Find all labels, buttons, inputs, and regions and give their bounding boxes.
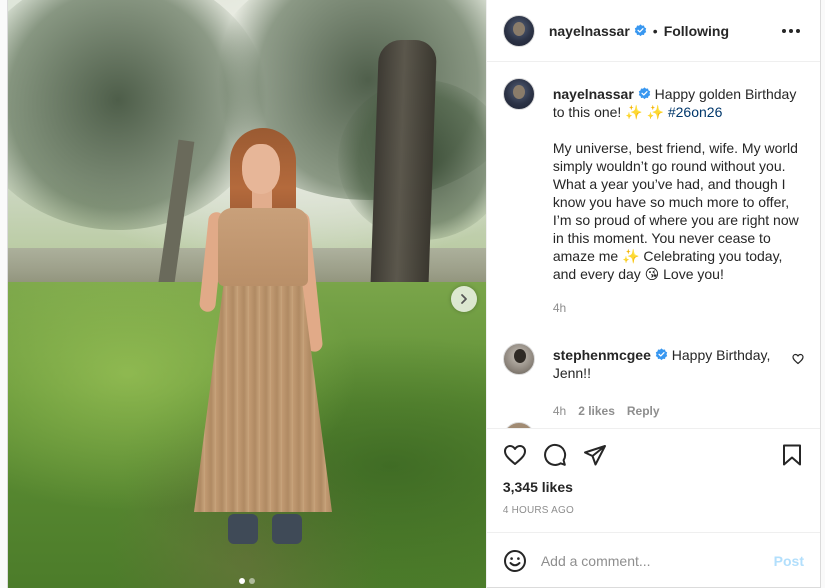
action-icons bbox=[503, 429, 804, 481]
comment-button[interactable] bbox=[543, 443, 567, 467]
heart-icon bbox=[503, 445, 526, 465]
smiley-icon bbox=[503, 549, 526, 572]
carousel-indicator bbox=[8, 578, 486, 584]
comment-item: stephenmcgee Happy Birthday, Jenn!! 4h 2… bbox=[502, 343, 804, 420]
post-photo[interactable] bbox=[8, 0, 486, 588]
carousel-next-button[interactable] bbox=[451, 286, 477, 312]
comment-body: stephenmcgee Happy Birthday, Jenn!! 4h 2… bbox=[553, 343, 784, 420]
post-header: nayelnassar • Following bbox=[486, 0, 820, 62]
caption-comment: nayelnassar Happy golden Birthday to thi… bbox=[502, 78, 804, 317]
caption-time[interactable]: 4h bbox=[553, 299, 566, 317]
comment-reply-button[interactable]: Reply bbox=[627, 402, 660, 420]
author-avatar[interactable] bbox=[502, 14, 535, 47]
photo-person bbox=[188, 128, 338, 578]
like-button[interactable] bbox=[503, 443, 527, 467]
header-names: nayelnassar • Following bbox=[549, 23, 729, 39]
commenter-avatar[interactable] bbox=[502, 343, 535, 375]
post-side-panel: nayelnassar • Following nayelnassar Happ… bbox=[485, 0, 820, 588]
post-comment-button[interactable]: Post bbox=[774, 553, 804, 569]
comment-likes[interactable]: 2 likes bbox=[578, 402, 615, 420]
bookmark-icon bbox=[783, 444, 801, 466]
carousel-dot bbox=[248, 578, 255, 584]
header-separator: • bbox=[652, 22, 658, 39]
chevron-right-icon bbox=[461, 294, 467, 304]
comments-list[interactable]: nayelnassar Happy golden Birthday to thi… bbox=[487, 62, 820, 428]
more-options-button[interactable] bbox=[778, 25, 804, 37]
caption-paragraph: My universe, best friend, wife. My world… bbox=[552, 140, 799, 282]
verified-badge-icon bbox=[655, 348, 668, 361]
comment-meta: 4h 2 likes Reply bbox=[553, 402, 784, 420]
caption-hashtag[interactable]: #26on26 bbox=[668, 104, 723, 120]
author-avatar[interactable] bbox=[502, 78, 535, 110]
following-button[interactable]: Following bbox=[664, 23, 729, 39]
post-time-ago[interactable]: 4 HOURS AGO bbox=[503, 505, 804, 516]
add-comment-input[interactable] bbox=[540, 552, 774, 569]
verified-badge-icon bbox=[634, 24, 646, 37]
comment-time[interactable]: 4h bbox=[553, 402, 566, 420]
share-button[interactable] bbox=[583, 443, 607, 467]
more-options-icon bbox=[782, 28, 786, 33]
comment-like-heart-icon[interactable] bbox=[792, 353, 804, 365]
save-button[interactable] bbox=[780, 443, 804, 467]
caption-body: nayelnassar Happy golden Birthday to thi… bbox=[553, 78, 804, 317]
caption-meta: 4h bbox=[553, 299, 804, 317]
likes-count[interactable]: 3,345 likes bbox=[503, 479, 804, 495]
caption-username[interactable]: nayelnassar bbox=[553, 86, 634, 102]
paper-plane-icon bbox=[583, 445, 606, 466]
author-username[interactable]: nayelnassar bbox=[549, 23, 630, 39]
comment-bubble-icon bbox=[543, 443, 566, 466]
carousel-dot-active bbox=[238, 578, 245, 584]
verified-badge-icon bbox=[638, 87, 650, 100]
commenter-avatar[interactable] bbox=[502, 422, 535, 428]
emoji-button[interactable] bbox=[503, 549, 527, 573]
commenter-username[interactable]: stephenmcgee bbox=[553, 347, 651, 363]
add-comment-bar: Post bbox=[486, 532, 820, 588]
post-dialog: nayelnassar • Following nayelnassar Happ… bbox=[7, 0, 821, 588]
post-actions: 3,345 likes 4 HOURS AGO bbox=[486, 428, 820, 532]
